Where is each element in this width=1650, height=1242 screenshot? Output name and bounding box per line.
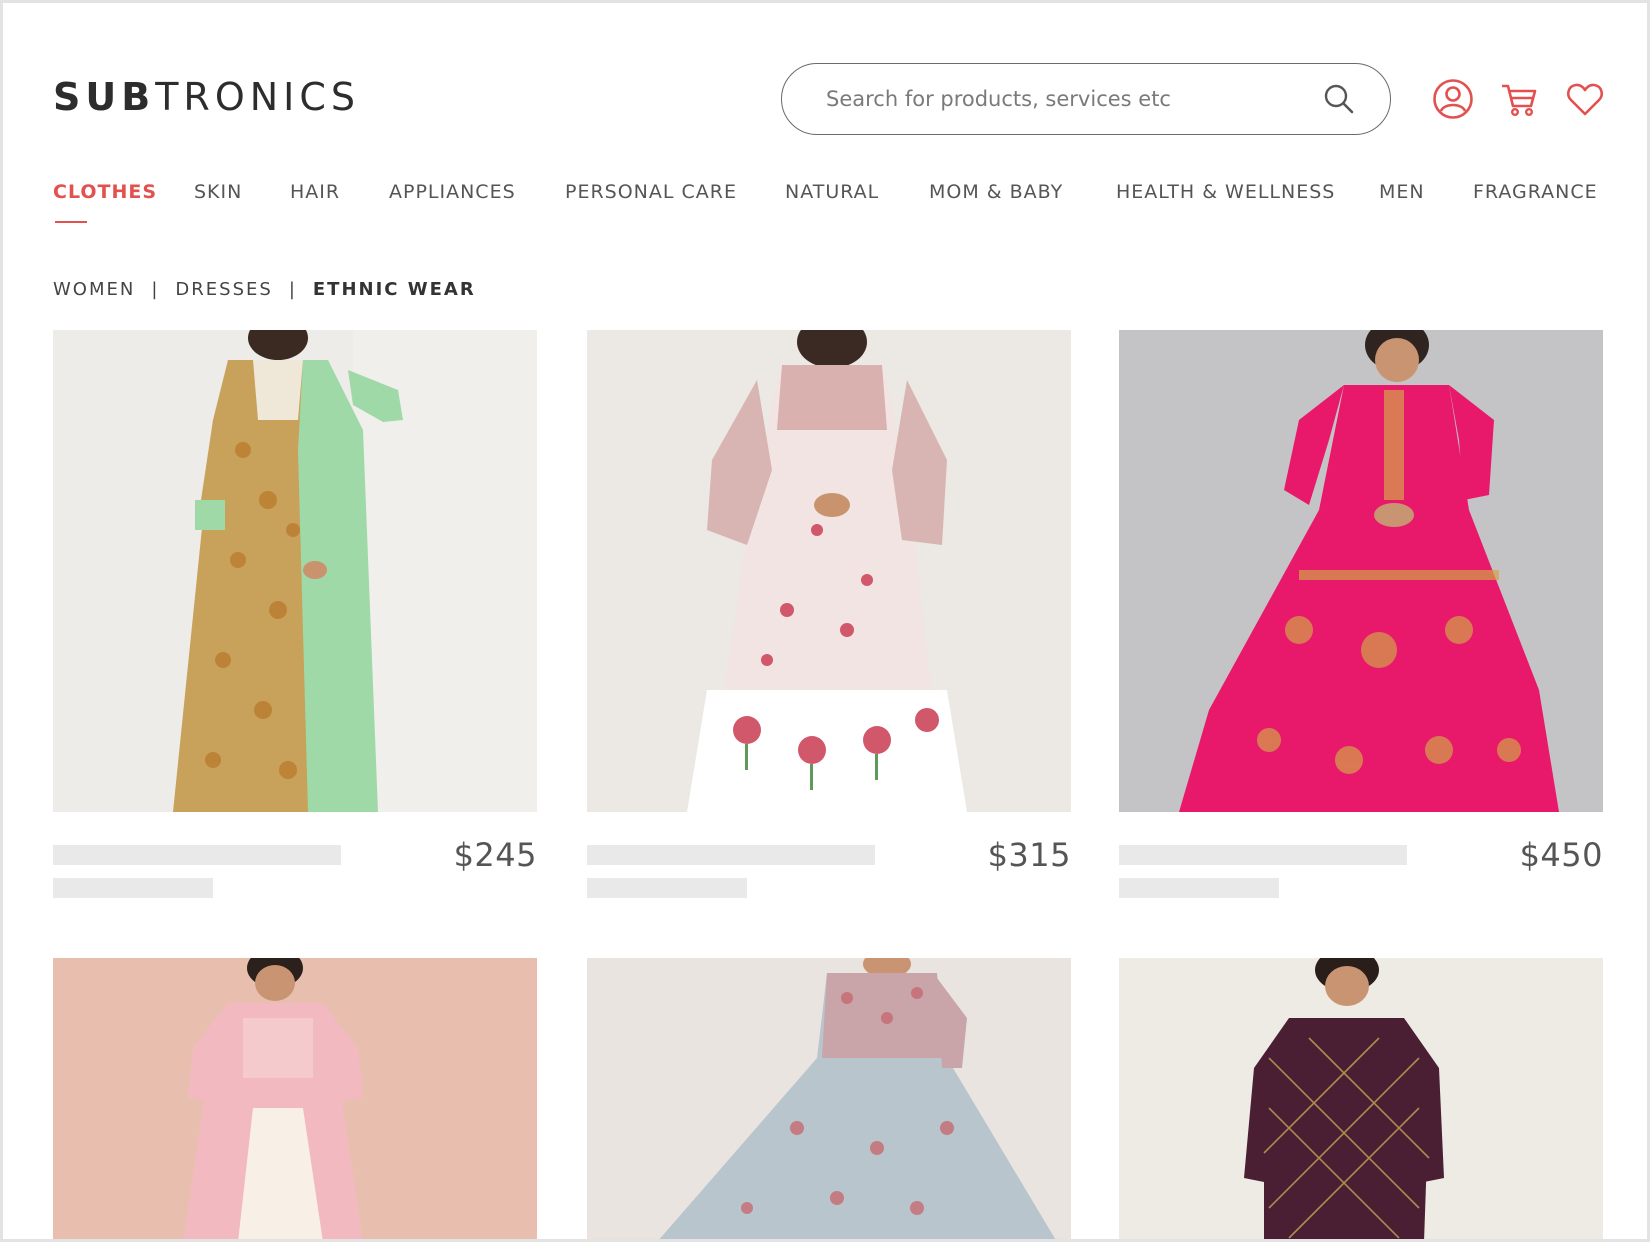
product-image[interactable] [1119,958,1603,1239]
nav-item-men[interactable]: MEN [1379,181,1425,203]
product-image[interactable] [53,958,537,1239]
breadcrumb: WOMEN | DRESSES | ETHNIC WEAR [53,279,476,300]
nav-item-hair[interactable]: HAIR [290,181,340,203]
nav-item-mom-baby[interactable]: MOM & BABY [929,181,1063,203]
breadcrumb-dresses[interactable]: DRESSES [175,279,272,300]
product-price: $450 [1519,836,1603,874]
product-image[interactable] [587,958,1071,1239]
breadcrumb-women[interactable]: WOMEN [53,279,135,300]
product-name-placeholder [1119,845,1407,865]
nav-active-indicator [55,221,87,223]
product-subtitle-placeholder [1119,878,1279,898]
heart-icon[interactable] [1563,77,1607,121]
nav-item-natural[interactable]: NATURAL [785,181,879,203]
product-image[interactable] [53,330,537,812]
nav-item-clothes[interactable]: CLOTHES [53,181,157,203]
product-price: $245 [453,836,537,874]
breadcrumb-separator: | [288,279,297,300]
nav-item-health-wellness[interactable]: HEALTH & WELLNESS [1116,181,1335,203]
breadcrumb-separator: | [151,279,160,300]
search-icon[interactable] [1322,82,1356,116]
brand-logo[interactable]: SUBTRONICS [53,73,360,121]
user-icon[interactable] [1431,77,1475,121]
product-image[interactable] [1119,330,1603,812]
product-price: $315 [987,836,1071,874]
product-image[interactable] [587,330,1071,812]
nav-item-personal-care[interactable]: PERSONAL CARE [565,181,737,203]
product-name-placeholder [53,845,341,865]
brand-logo-light: TRONICS [155,75,361,119]
search-bar [781,63,1391,135]
page-frame: SUBTRONICS CLOTHES SKIN HAIR APPLIANCES … [0,0,1650,1242]
cart-icon[interactable] [1497,77,1541,121]
nav-item-appliances[interactable]: APPLIANCES [389,181,516,203]
product-name-placeholder [587,845,875,865]
product-subtitle-placeholder [587,878,747,898]
nav-item-fragrance[interactable]: FRAGRANCE [1473,181,1598,203]
product-subtitle-placeholder [53,878,213,898]
brand-logo-bold: SUB [53,75,156,119]
breadcrumb-ethnic-wear: ETHNIC WEAR [312,279,476,300]
search-input[interactable] [826,87,1322,111]
category-nav: CLOTHES SKIN HAIR APPLIANCES PERSONAL CA… [3,181,1647,231]
nav-item-skin[interactable]: SKIN [194,181,242,203]
